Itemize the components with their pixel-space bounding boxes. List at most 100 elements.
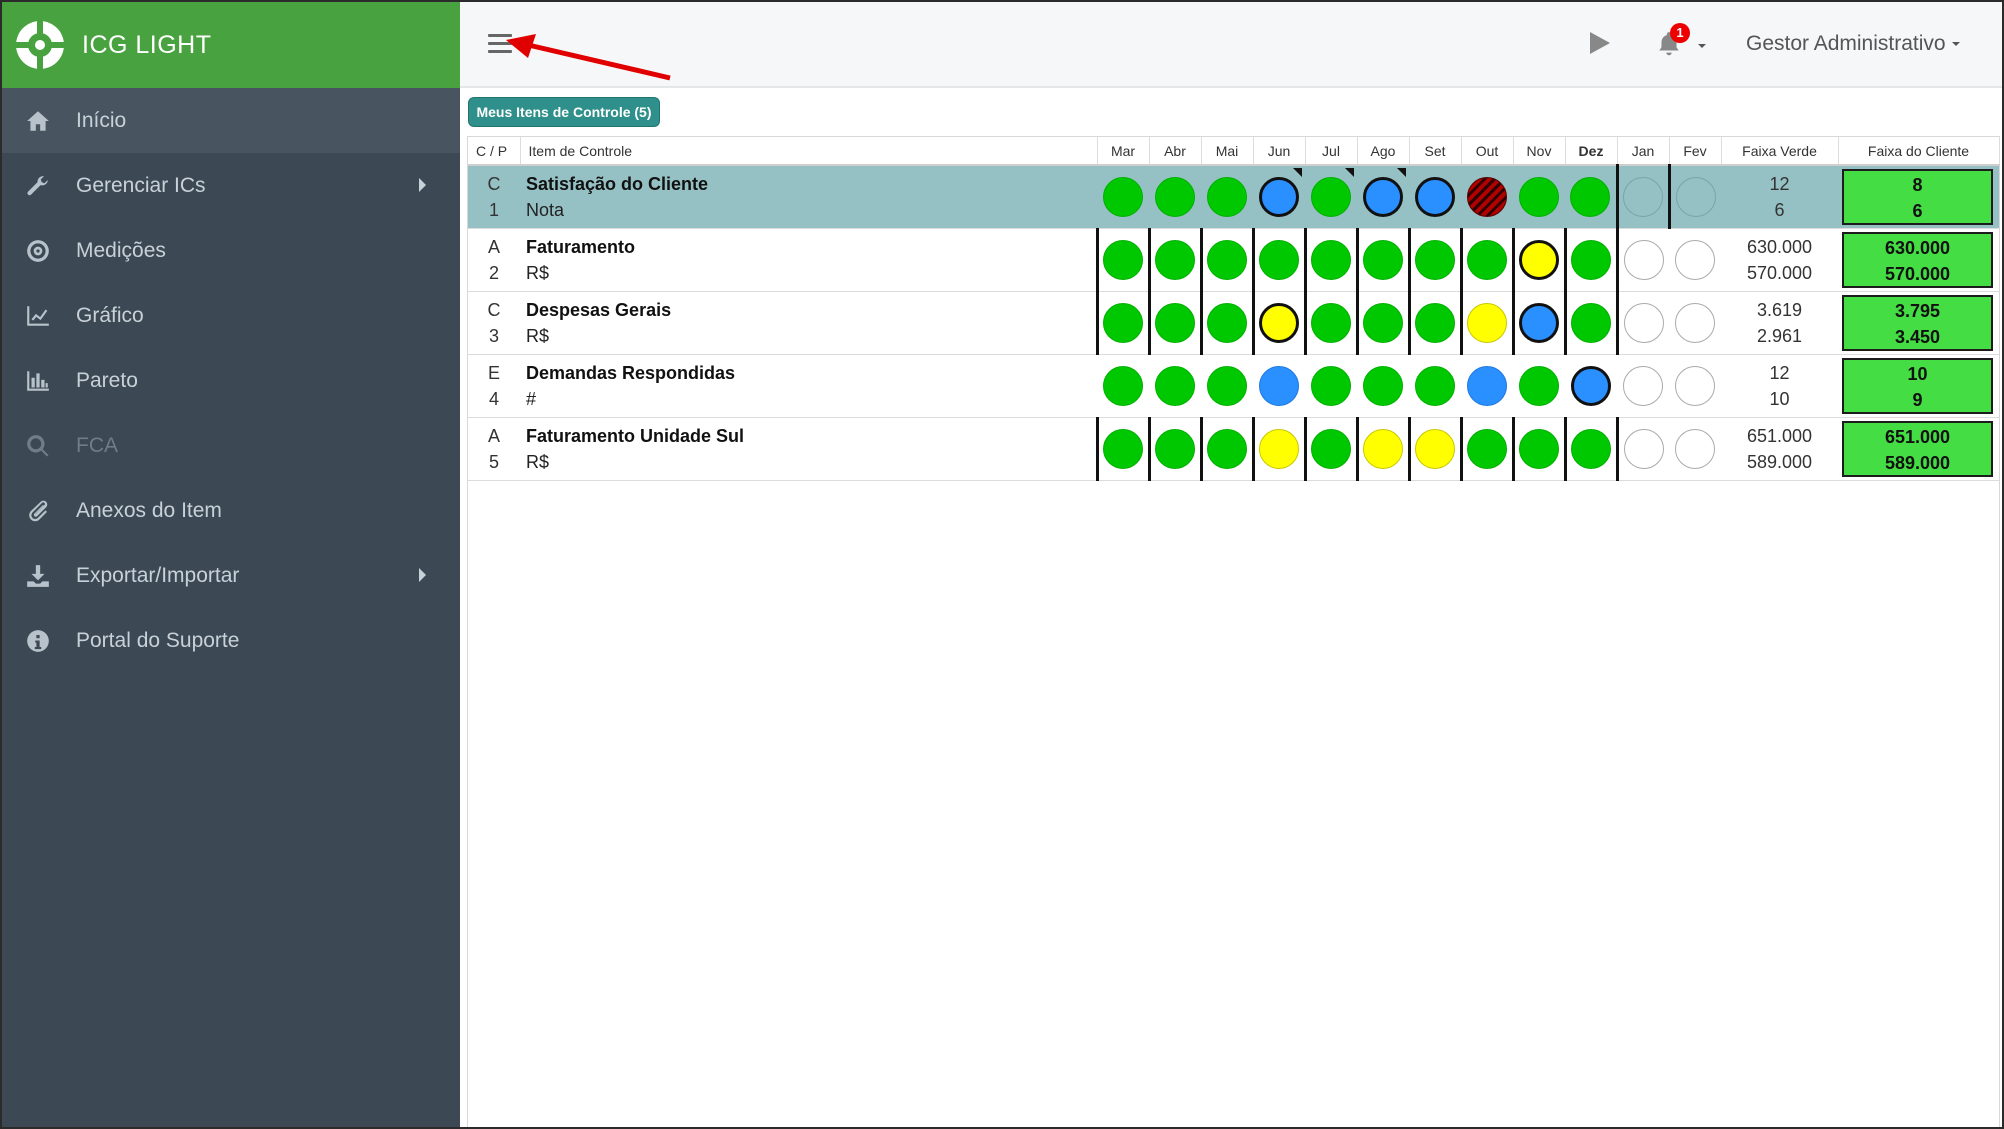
sidebar-item-anexos[interactable]: Anexos do Item bbox=[2, 478, 460, 543]
month-cell[interactable] bbox=[1199, 417, 1253, 481]
month-cell[interactable] bbox=[1409, 354, 1461, 418]
table-row[interactable]: C3 Despesas Gerais R$ 3.619 2.961 3.795 … bbox=[468, 291, 1999, 355]
col-header-month[interactable]: Abr bbox=[1149, 137, 1202, 166]
table-row[interactable]: A2 Faturamento R$ 630.000 570.000 630.00… bbox=[468, 228, 1999, 292]
sidebar-item-exportar-importar[interactable]: Exportar/Importar bbox=[2, 543, 460, 608]
month-cell[interactable] bbox=[1563, 417, 1617, 481]
month-cell[interactable] bbox=[1513, 354, 1565, 418]
month-cell[interactable] bbox=[1459, 417, 1513, 481]
month-cell[interactable] bbox=[1357, 354, 1409, 418]
month-cell[interactable] bbox=[1149, 354, 1201, 418]
month-cell[interactable] bbox=[1669, 354, 1721, 418]
month-cell[interactable] bbox=[1303, 228, 1357, 292]
month-cell[interactable] bbox=[1305, 165, 1357, 229]
month-cell[interactable] bbox=[1147, 291, 1201, 355]
month-cell[interactable] bbox=[1201, 354, 1253, 418]
col-header-faixa-verde[interactable]: Faixa Verde bbox=[1721, 137, 1839, 166]
month-cell[interactable] bbox=[1095, 417, 1149, 481]
month-cell[interactable] bbox=[1095, 291, 1149, 355]
col-header-month[interactable]: Fev bbox=[1669, 137, 1722, 166]
month-cell[interactable] bbox=[1407, 417, 1461, 481]
faixa-cliente-box[interactable]: 10 9 bbox=[1842, 358, 1993, 414]
table-row[interactable]: A5 Faturamento Unidade Sul R$ 651.000 58… bbox=[468, 417, 1999, 481]
month-cell[interactable] bbox=[1615, 228, 1669, 292]
month-cell[interactable] bbox=[1511, 417, 1565, 481]
month-cell[interactable] bbox=[1201, 165, 1253, 229]
notifications-button[interactable]: 1 bbox=[1656, 23, 1690, 60]
month-cell[interactable] bbox=[1565, 165, 1617, 229]
month-cell[interactable] bbox=[1251, 417, 1305, 481]
month-cell[interactable] bbox=[1669, 291, 1721, 355]
sidebar-item-gerenciar-ics[interactable]: Gerenciar ICs bbox=[2, 153, 460, 218]
month-cell[interactable] bbox=[1615, 291, 1669, 355]
table-row[interactable]: C1 Satisfação do Cliente Nota 12 6 8 6 bbox=[468, 165, 1999, 229]
month-cell[interactable] bbox=[1149, 165, 1201, 229]
month-cell[interactable] bbox=[1617, 354, 1669, 418]
faixa-cliente-box[interactable]: 3.795 3.450 bbox=[1842, 295, 1993, 351]
faixa-cliente-box[interactable]: 86 bbox=[1842, 169, 1993, 225]
month-cell[interactable] bbox=[1253, 165, 1305, 229]
month-cell[interactable] bbox=[1199, 291, 1253, 355]
month-cell[interactable] bbox=[1253, 354, 1305, 418]
month-cell[interactable] bbox=[1251, 228, 1305, 292]
month-cell[interactable] bbox=[1513, 165, 1565, 229]
month-cell[interactable] bbox=[1199, 228, 1253, 292]
col-header-faixa-cliente[interactable]: Faixa do Cliente bbox=[1838, 137, 2000, 166]
sidebar-item-portal-suporte[interactable]: Portal do Suporte bbox=[2, 608, 460, 673]
col-header-item[interactable]: Item de Controle bbox=[520, 137, 1098, 166]
month-cell[interactable] bbox=[1251, 291, 1305, 355]
col-header-month[interactable]: Jul bbox=[1305, 137, 1358, 166]
col-header-cp[interactable]: C / P bbox=[468, 137, 521, 166]
month-cell[interactable] bbox=[1095, 228, 1149, 292]
sidebar-item-medicoes[interactable]: Medições bbox=[2, 218, 460, 283]
col-header-month[interactable]: Out bbox=[1461, 137, 1514, 166]
col-header-month[interactable]: Jun bbox=[1253, 137, 1306, 166]
month-cell[interactable] bbox=[1409, 165, 1461, 229]
tab-meus-itens[interactable]: Meus Itens de Controle (5) bbox=[468, 97, 660, 127]
month-cell[interactable] bbox=[1563, 291, 1617, 355]
month-cell[interactable] bbox=[1511, 291, 1565, 355]
col-header-month[interactable]: Mar bbox=[1097, 137, 1150, 166]
sidebar-item-grafico[interactable]: Gráfico bbox=[2, 283, 460, 348]
month-cell[interactable] bbox=[1357, 165, 1409, 229]
col-header-month[interactable]: Set bbox=[1409, 137, 1462, 166]
sidebar-item-pareto[interactable]: Pareto bbox=[2, 348, 460, 413]
month-cell[interactable] bbox=[1667, 165, 1721, 229]
month-cell[interactable] bbox=[1459, 291, 1513, 355]
month-cell[interactable] bbox=[1147, 417, 1201, 481]
table-row[interactable]: E4 Demandas Respondidas # 12 10 10 9 bbox=[468, 354, 1999, 418]
month-cell[interactable] bbox=[1147, 228, 1201, 292]
month-cell[interactable] bbox=[1355, 291, 1409, 355]
month-cell[interactable] bbox=[1303, 291, 1357, 355]
month-cell[interactable] bbox=[1461, 354, 1513, 418]
month-cell[interactable] bbox=[1303, 417, 1357, 481]
col-header-month[interactable]: Nov bbox=[1513, 137, 1566, 166]
month-cell[interactable] bbox=[1563, 228, 1617, 292]
col-header-month[interactable]: Ago bbox=[1357, 137, 1410, 166]
col-header-month[interactable]: Mai bbox=[1201, 137, 1254, 166]
user-menu[interactable]: Gestor Administrativo bbox=[1746, 32, 1960, 56]
month-cell[interactable] bbox=[1461, 165, 1513, 229]
col-header-month[interactable]: Dez bbox=[1565, 137, 1618, 166]
month-cell[interactable] bbox=[1407, 291, 1461, 355]
month-cell[interactable] bbox=[1511, 228, 1565, 292]
faixa-cliente-box[interactable]: 630.000 570.000 bbox=[1842, 232, 1993, 288]
month-cell[interactable] bbox=[1355, 417, 1409, 481]
month-cell[interactable] bbox=[1407, 228, 1461, 292]
month-cell[interactable] bbox=[1615, 165, 1669, 229]
month-cell[interactable] bbox=[1097, 165, 1149, 229]
faixa-cliente-box[interactable]: 651.000 589.000 bbox=[1842, 421, 1993, 477]
month-cell[interactable] bbox=[1097, 354, 1149, 418]
month-cell[interactable] bbox=[1565, 354, 1617, 418]
sidebar-item-inicio[interactable]: Início bbox=[2, 88, 460, 153]
brand-header[interactable]: ICG LIGHT bbox=[2, 2, 460, 88]
month-cell[interactable] bbox=[1459, 228, 1513, 292]
play-icon[interactable] bbox=[1590, 32, 1610, 54]
month-cell[interactable] bbox=[1305, 354, 1357, 418]
month-cell[interactable] bbox=[1615, 417, 1669, 481]
chevron-down-icon[interactable] bbox=[1698, 44, 1706, 48]
month-cell[interactable] bbox=[1355, 228, 1409, 292]
month-cell[interactable] bbox=[1669, 417, 1721, 481]
sidebar-item-fca[interactable]: FCA bbox=[2, 413, 460, 478]
col-header-month[interactable]: Jan bbox=[1617, 137, 1670, 166]
